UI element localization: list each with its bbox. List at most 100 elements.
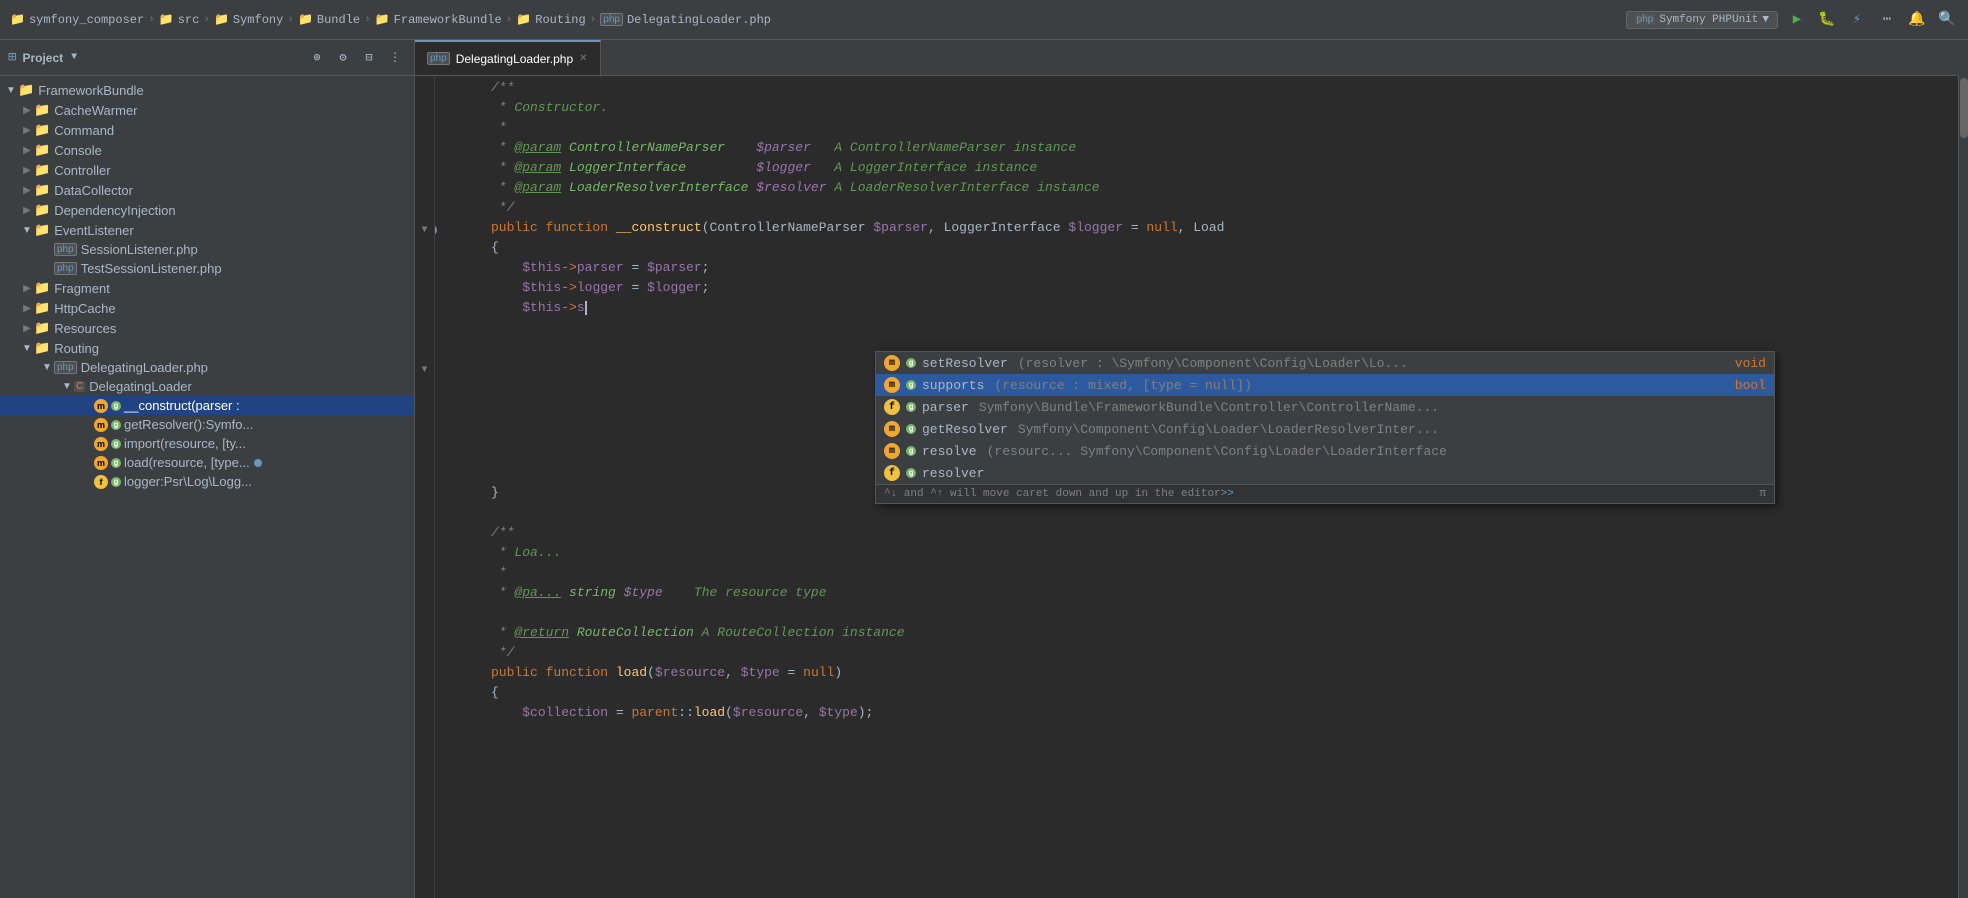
method-badge: m: [884, 443, 900, 459]
code-container: ▼ ▼: [415, 76, 1968, 898]
gutter-row: [415, 320, 434, 340]
breadcrumb-item-bundle[interactable]: 📁 Bundle: [298, 12, 360, 27]
php-tab-icon: php: [427, 52, 450, 65]
sidebar-item-getresolver[interactable]: ▶ m g getResolver():Symfo...: [0, 415, 414, 434]
ac-item-sig: (resourc... Symfony\Component\Config\Loa…: [987, 444, 1748, 459]
code-line: {: [435, 240, 1958, 260]
fold-arrow-icon: ▼: [421, 225, 427, 236]
run-config-label: Symfony PHPUnit: [1659, 14, 1758, 26]
sidebar-title-dropdown[interactable]: ▼: [71, 52, 77, 63]
breadcrumb-item-file[interactable]: php DelegatingLoader.php: [600, 13, 771, 27]
sidebar-item-frameworkbundle[interactable]: ▼ 📁 FrameworkBundle: [0, 80, 414, 100]
code-content: $this->s: [491, 300, 587, 315]
vertical-scrollbar[interactable]: [1958, 76, 1968, 898]
debug-button[interactable]: 🐛: [1816, 9, 1838, 31]
breadcrumb-label: FrameworkBundle: [394, 13, 502, 27]
sidebar-item-fragment[interactable]: ▶ 📁 Fragment: [0, 278, 414, 298]
code-line: */: [435, 200, 1958, 220]
sidebar-item-construct[interactable]: ▶ m g __construct(parser :: [0, 396, 414, 415]
sidebar-item-delegatingloader-class[interactable]: ▼ C DelegatingLoader: [0, 377, 414, 396]
sidebar-item-eventlistener[interactable]: ▼ 📁 EventListener: [0, 220, 414, 240]
tab-delegatingloader[interactable]: php DelegatingLoader.php ✕: [415, 40, 601, 75]
code-line: * @param ControllerNameParser $parser A …: [435, 140, 1958, 160]
sidebar-item-cachewarmer[interactable]: ▶ 📁 CacheWarmer: [0, 100, 414, 120]
sidebar-item-controller[interactable]: ▶ 📁 Controller: [0, 160, 414, 180]
autocomplete-item-resolver[interactable]: f g resolver: [876, 462, 1774, 484]
autocomplete-item-supports[interactable]: m g supports (resource : mixed, [type = …: [876, 374, 1774, 396]
execution-point: [435, 225, 437, 235]
code-line: *: [435, 120, 1958, 140]
code-editor[interactable]: /** * Constructor. * * @param Controller…: [435, 76, 1958, 898]
tree-arrow-icon: ▶: [20, 185, 34, 196]
tab-close-button[interactable]: ✕: [579, 53, 587, 64]
sidebar-item-logger[interactable]: ▶ f g logger:Psr\Log\Logg...: [0, 472, 414, 491]
settings-button[interactable]: ⚙: [332, 47, 354, 69]
code-content: }: [491, 485, 499, 500]
autocomplete-item-setresolver[interactable]: m g setResolver (resolver : \Symfony\Com…: [876, 352, 1774, 374]
sidebar-item-command[interactable]: ▶ 📁 Command: [0, 120, 414, 140]
folder-icon: 📁: [34, 182, 50, 198]
folder-icon: 📁: [34, 102, 50, 118]
sidebar-actions: ⊕ ⚙ ⊟ ⋮: [306, 47, 406, 69]
code-content: /**: [491, 80, 514, 95]
method-badge: m: [884, 377, 900, 393]
code-line: {: [435, 685, 1958, 705]
sidebar-item-sessionlistener[interactable]: ▶ php SessionListener.php: [0, 240, 414, 259]
run-config-selector[interactable]: php Symfony PHPUnit ▼: [1626, 11, 1778, 29]
collapse-all-button[interactable]: ⊟: [358, 47, 380, 69]
tree-item-label: import(resource, [ty...: [124, 436, 246, 451]
sidebar-item-datacollector[interactable]: ▶ 📁 DataCollector: [0, 180, 414, 200]
sidebar-item-resources[interactable]: ▶ 📁 Resources: [0, 318, 414, 338]
visibility-badge: g: [111, 458, 121, 468]
search-button[interactable]: 🔍: [1936, 9, 1958, 31]
locate-file-button[interactable]: ⊕: [306, 47, 328, 69]
ac-footer-link[interactable]: >>: [1221, 488, 1234, 500]
sidebar-item-testsessionlistener[interactable]: ▶ php TestSessionListener.php: [0, 259, 414, 278]
sidebar-tree: ▼ 📁 FrameworkBundle ▶ 📁 CacheWarmer ▶ 📁 …: [0, 76, 414, 898]
gutter-row: [415, 500, 434, 520]
coverage-button[interactable]: ⚡: [1846, 9, 1868, 31]
tree-item-label: DataCollector: [54, 183, 133, 198]
sidebar-item-dependencyinjection[interactable]: ▶ 📁 DependencyInjection: [0, 200, 414, 220]
gutter-fold-row[interactable]: ▼: [415, 360, 434, 380]
folder-icon: 📁: [34, 280, 50, 296]
code-content: $this->parser = $parser;: [491, 260, 709, 275]
sidebar-item-import[interactable]: ▶ m g import(resource, [ty...: [0, 434, 414, 453]
autocomplete-footer: ^↓ and ^↑ will move caret down and up in…: [876, 484, 1774, 503]
breadcrumb-item-routing[interactable]: 📁 Routing: [516, 12, 585, 27]
visibility-badge: g: [111, 439, 121, 449]
php-icon: php: [54, 361, 77, 374]
more-sidebar-button[interactable]: ⋮: [384, 47, 406, 69]
more-button[interactable]: ⋯: [1876, 9, 1898, 31]
autocomplete-item-resolve[interactable]: m g resolve (resourc... Symfony\Componen…: [876, 440, 1774, 462]
folder-icon: 📁: [34, 202, 50, 218]
visibility-badge: g: [111, 477, 121, 487]
sidebar-item-console[interactable]: ▶ 📁 Console: [0, 140, 414, 160]
dropdown-arrow-icon: ▼: [1762, 14, 1769, 26]
sidebar-item-httpcache[interactable]: ▶ 📁 HttpCache: [0, 298, 414, 318]
breadcrumb: 📁 symfony_composer › 📁 src › 📁 Symfony ›…: [10, 12, 771, 27]
gutter-row: [415, 400, 434, 420]
breadcrumb-item-src[interactable]: 📁 src: [159, 12, 200, 27]
breadcrumb-label: Bundle: [317, 13, 360, 27]
ac-footer-pi: π: [1759, 488, 1766, 500]
gutter-fold-row[interactable]: ▼: [415, 220, 434, 240]
autocomplete-item-getresolver[interactable]: m g getResolver Symfony\Component\Config…: [876, 418, 1774, 440]
ac-item-name: getResolver: [922, 422, 1008, 437]
autocomplete-item-parser[interactable]: f g parser Symfony\Bundle\FrameworkBundl…: [876, 396, 1774, 418]
sidebar-item-load[interactable]: ▶ m g load(resource, [type...: [0, 453, 414, 472]
sidebar-item-delegatingloader-php[interactable]: ▼ php DelegatingLoader.php: [0, 358, 414, 377]
visibility-badge: g: [111, 401, 121, 411]
notifications-button[interactable]: 🔔: [1906, 9, 1928, 31]
code-content: *: [491, 120, 507, 135]
fold-gutter: ▼ ▼: [415, 76, 435, 898]
visibility-badge: g: [906, 468, 916, 478]
code-content: * @pa... string $type The resource type: [491, 585, 827, 600]
code-content: {: [491, 240, 499, 255]
breadcrumb-item-symfony[interactable]: 📁 Symfony: [214, 12, 283, 27]
run-button[interactable]: ▶: [1786, 9, 1808, 31]
scrollbar-thumb[interactable]: [1960, 78, 1968, 138]
breadcrumb-item-root[interactable]: 📁 symfony_composer: [10, 12, 144, 27]
sidebar-item-routing[interactable]: ▼ 📁 Routing: [0, 338, 414, 358]
breadcrumb-item-frameworkbundle[interactable]: 📁 FrameworkBundle: [375, 12, 502, 27]
